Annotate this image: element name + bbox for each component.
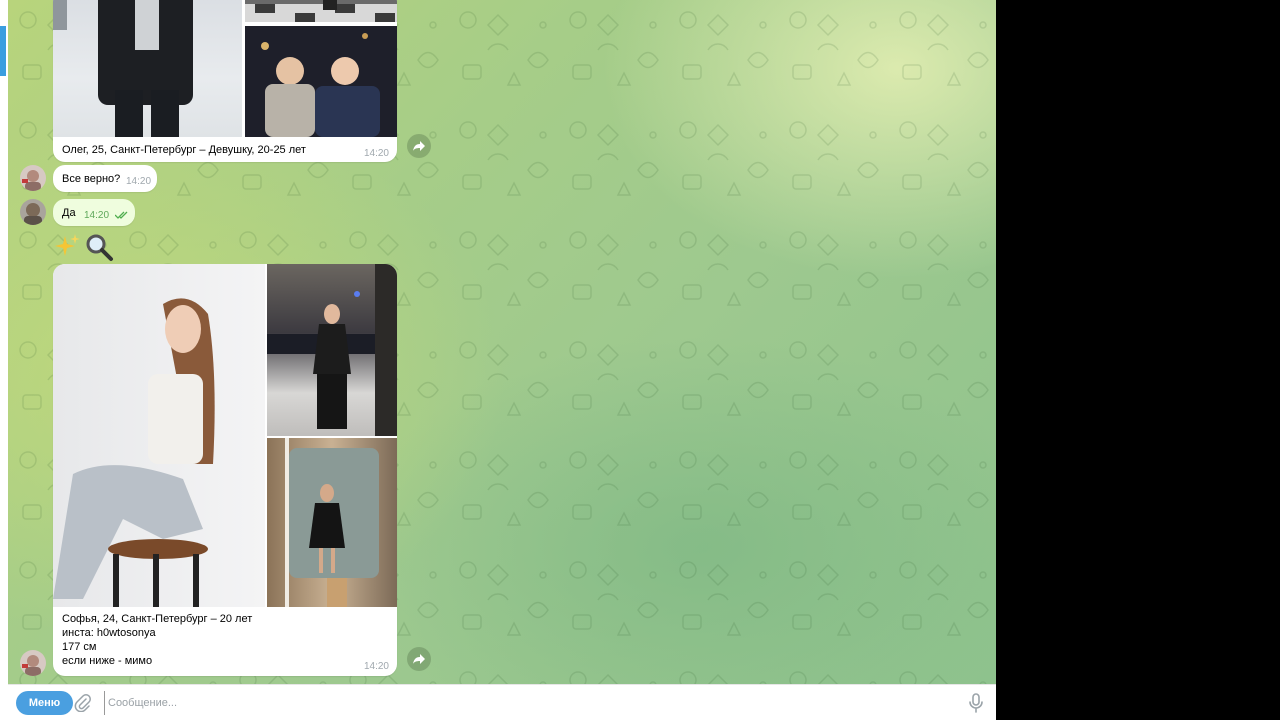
avatar-bot[interactable]: [20, 650, 46, 676]
album2-photo-girl-mirror[interactable]: [267, 438, 397, 607]
album-message-1[interactable]: Олег, 25, Санкт-Петербург – Девушку, 20-…: [53, 0, 397, 162]
avatar-bot[interactable]: [20, 165, 46, 191]
album1-photo-two-men[interactable]: [245, 26, 397, 137]
album2-caption-line: 177 см: [62, 641, 97, 653]
album1-photo-floor[interactable]: [245, 0, 397, 22]
album2-caption-line: инста: h0wtosonya: [62, 627, 156, 639]
album2-photo-girl-night[interactable]: [267, 264, 397, 436]
album1-photo-man-standing[interactable]: [53, 0, 242, 137]
message-composer: Меню: [8, 684, 996, 720]
chat-area[interactable]: Олег, 25, Санкт-Петербург – Девушку, 20-…: [8, 0, 996, 684]
message-reply-time: 14:20: [84, 210, 110, 221]
avatar-image: [20, 199, 46, 225]
telegram-window: Олег, 25, Санкт-Петербург – Девушку, 20-…: [0, 0, 996, 720]
girl-on-stool-image: [53, 298, 215, 607]
microphone-icon[interactable]: [968, 693, 984, 713]
message-reply-text: Да: [62, 207, 76, 219]
forward-button-2[interactable]: [407, 647, 431, 671]
paperclip-icon[interactable]: [74, 694, 92, 713]
avatar-user[interactable]: [20, 199, 46, 225]
album2-caption-line: если ниже - мимо: [62, 655, 153, 667]
girl-night-city-image: [267, 264, 397, 436]
read-checkmarks-icon: [115, 211, 128, 219]
emoji-message[interactable]: [53, 232, 123, 262]
man-in-coat-image: [53, 0, 193, 137]
sparkles-magnifier-icon: [55, 234, 113, 261]
message-question-text: Все верно?: [62, 173, 121, 185]
share-arrow-icon: [413, 654, 425, 664]
album1-time: 14:20: [363, 148, 389, 159]
checkered-floor-image: [245, 0, 397, 22]
message-question[interactable]: Все верно? 14:20: [53, 165, 157, 192]
message-question-time: 14:20: [126, 176, 152, 187]
message-input[interactable]: [104, 691, 948, 715]
album2-caption: Софья, 24, Санкт-Петербург – 20 лет инст…: [62, 612, 252, 668]
bot-menu-button[interactable]: Меню: [16, 691, 73, 715]
avatar-image: [20, 650, 46, 676]
album2-photo-girl-stool[interactable]: [53, 264, 265, 607]
two-men-night-image: [261, 33, 380, 137]
active-chat-indicator: [0, 26, 6, 76]
share-arrow-icon: [413, 141, 425, 151]
forward-button-1[interactable]: [407, 134, 431, 158]
left-panel-edge: [0, 0, 8, 720]
message-reply[interactable]: Да 14:20: [53, 199, 135, 226]
album-message-2[interactable]: Софья, 24, Санкт-Петербург – 20 лет инст…: [53, 264, 397, 676]
girl-mirror-selfie-image: [285, 438, 379, 607]
album2-time: 14:20: [363, 661, 389, 672]
album1-caption: Олег, 25, Санкт-Петербург – Девушку, 20-…: [62, 144, 306, 156]
avatar-image: [20, 165, 46, 191]
album2-caption-line: Софья, 24, Санкт-Петербург – 20 лет: [62, 613, 253, 625]
